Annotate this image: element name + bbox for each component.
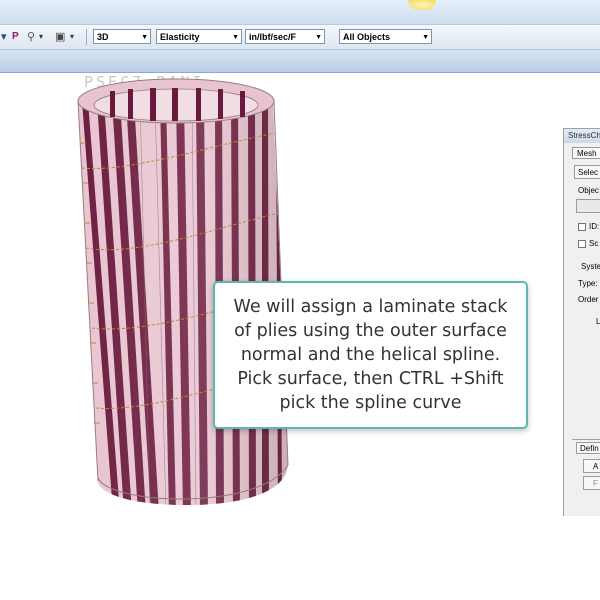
ribbon-band	[0, 50, 600, 73]
select-button[interactable]: Selec	[574, 165, 600, 179]
objects-filter-value: All Objects	[343, 32, 391, 42]
system-label: Syste	[581, 262, 600, 271]
objects-filter-select[interactable]: All Objects ▼	[339, 29, 432, 44]
define-tab-label: Defin	[580, 444, 599, 453]
chevron-down-icon: ▼	[232, 34, 239, 41]
add-button-label: A	[593, 462, 599, 471]
add-button[interactable]: A	[583, 459, 600, 473]
select-button-label: Selec	[578, 168, 599, 177]
view-mode-value: 3D	[97, 32, 109, 42]
stresscheck-panel: StressCh Mesh Selec Objec ID: Sc Syste T…	[563, 128, 600, 516]
dropdown-arrow-icon[interactable]: ▾	[70, 30, 74, 44]
mesh-tab-label: Mesh	[577, 149, 597, 158]
sc-checkbox[interactable]	[578, 240, 586, 248]
callout-text: We will assign a laminate stack of plies…	[233, 297, 508, 413]
pin-tool-icon[interactable]: ⚲	[27, 30, 35, 44]
panel-title: StressCh	[564, 129, 600, 143]
l-label: L	[596, 317, 600, 326]
sc-checkbox-label: Sc	[589, 239, 599, 248]
analysis-type-value: Elasticity	[160, 32, 200, 42]
panel-divider	[572, 439, 600, 440]
dropdown-arrow-icon[interactable]: ▾	[1, 30, 7, 44]
define-tab[interactable]: Defin	[576, 442, 600, 454]
cylinder-top-rim	[77, 78, 275, 124]
tutorial-callout: We will assign a laminate stack of plies…	[213, 281, 528, 429]
object-label: Objec	[578, 186, 599, 195]
window-title-bar	[0, 0, 600, 25]
units-select[interactable]: in/lbf/sec/F ▼	[245, 29, 325, 44]
chevron-down-icon: ▼	[141, 34, 148, 41]
chevron-down-icon: ▼	[315, 34, 322, 41]
mesh-tab[interactable]: Mesh	[572, 147, 600, 159]
object-field[interactable]	[576, 199, 600, 213]
type-label: Type:	[578, 279, 598, 288]
p-tool-icon[interactable]: P	[12, 30, 19, 44]
toolbar-separator	[86, 29, 87, 45]
chevron-down-icon: ▼	[422, 34, 429, 41]
f-button-label: F	[593, 479, 598, 488]
view-mode-select[interactable]: 3D ▼	[93, 29, 151, 44]
toolbar: ▾ P ⚲ ▾ ▣ ▾ 3D ▼ Elasticity ▼ in/lbf/sec…	[0, 25, 600, 50]
units-value: in/lbf/sec/F	[249, 32, 297, 42]
dropdown-arrow-icon[interactable]: ▾	[39, 30, 43, 44]
title-bar-highlight	[408, 0, 436, 10]
camera-tool-icon[interactable]: ▣	[55, 30, 65, 44]
id-checkbox[interactable]	[578, 223, 586, 231]
order-label: Order	[578, 295, 599, 304]
analysis-type-select[interactable]: Elasticity ▼	[156, 29, 242, 44]
f-button[interactable]: F	[583, 476, 600, 490]
id-checkbox-label: ID:	[589, 222, 600, 231]
